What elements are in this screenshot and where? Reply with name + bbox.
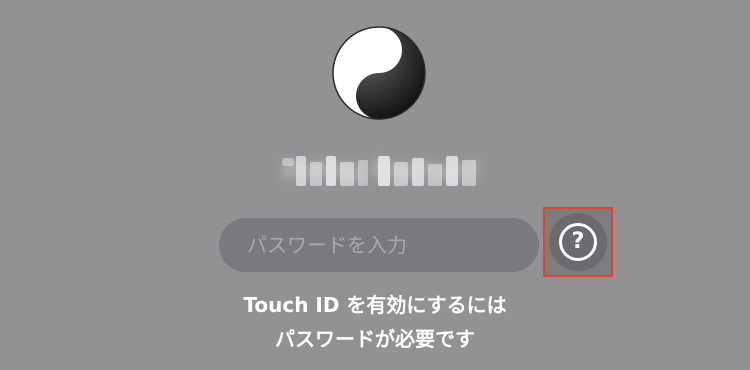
user-name: Ashley Rowland: [282, 152, 478, 190]
password-input[interactable]: [247, 225, 517, 265]
question-mark-icon: ?: [559, 223, 597, 261]
touch-id-message-line2: パスワードが必要です: [275, 327, 475, 351]
user-name-text: Ashley Rowland: [282, 158, 478, 183]
user-avatar: [331, 25, 427, 121]
touch-id-message-line1: Touch ID を有効にするには: [243, 293, 507, 317]
password-field[interactable]: [219, 218, 539, 272]
touch-id-message: Touch ID を有効にするには パスワードが必要です: [150, 288, 600, 356]
help-button[interactable]: ?: [549, 213, 607, 271]
yin-yang-icon: [332, 26, 426, 120]
help-glyph: ?: [571, 229, 585, 254]
